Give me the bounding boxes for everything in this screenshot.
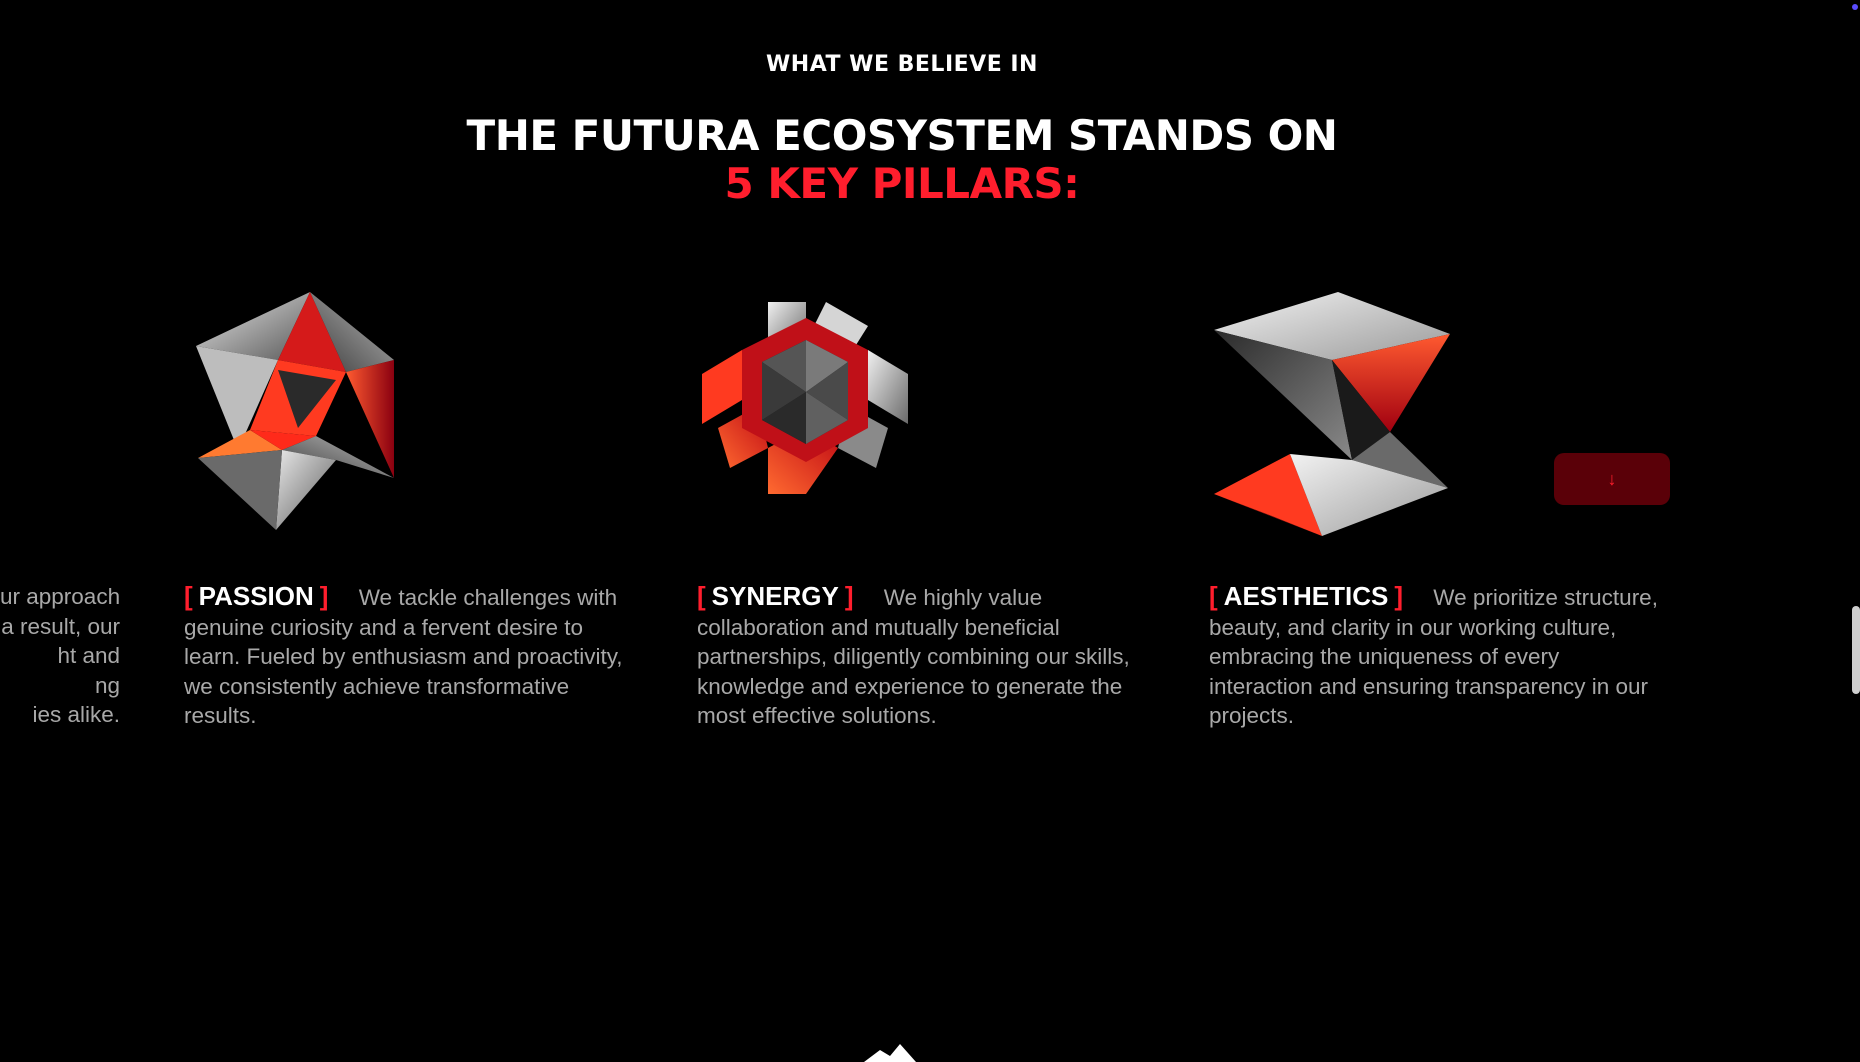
pillar-passion: [PASSION] We tackle challenges with genu… xyxy=(184,581,644,731)
section-title: THE FUTURA ECOSYSTEM STANDS ON 5 KEY PIL… xyxy=(0,112,1804,208)
section-eyebrow: WHAT WE BELIEVE IN xyxy=(766,52,1038,77)
pillar-title: [AESTHETICS] xyxy=(1209,581,1404,611)
section-title-line1: THE FUTURA ECOSYSTEM STANDS ON xyxy=(466,111,1338,160)
page-scrollbar[interactable] xyxy=(1852,606,1860,694)
futura-logo-icon xyxy=(860,1042,920,1062)
status-dot xyxy=(1852,4,1858,10)
twisted-prism-icon xyxy=(1212,290,1452,540)
partial-pillar-text: ur approach a result, our ht and ng ies … xyxy=(0,584,120,727)
section-title-highlight: 5 KEY PILLARS: xyxy=(724,159,1080,208)
pillar-synergy: [SYNERGY] We highly value collaboration … xyxy=(697,581,1157,731)
pillar-title: [SYNERGY] xyxy=(697,581,854,611)
pillar-title: [PASSION] xyxy=(184,581,329,611)
hexagonal-cross-icon xyxy=(698,298,910,498)
scroll-down-button[interactable]: ↓ xyxy=(1554,453,1670,505)
pillars-section: WHAT WE BELIEVE IN THE FUTURA ECOSYSTEM … xyxy=(0,0,1860,1062)
pillar-aesthetics: [AESTHETICS] We prioritize structure, be… xyxy=(1209,581,1669,731)
arrow-down-icon: ↓ xyxy=(1607,468,1617,489)
star-octahedron-icon xyxy=(186,290,396,530)
